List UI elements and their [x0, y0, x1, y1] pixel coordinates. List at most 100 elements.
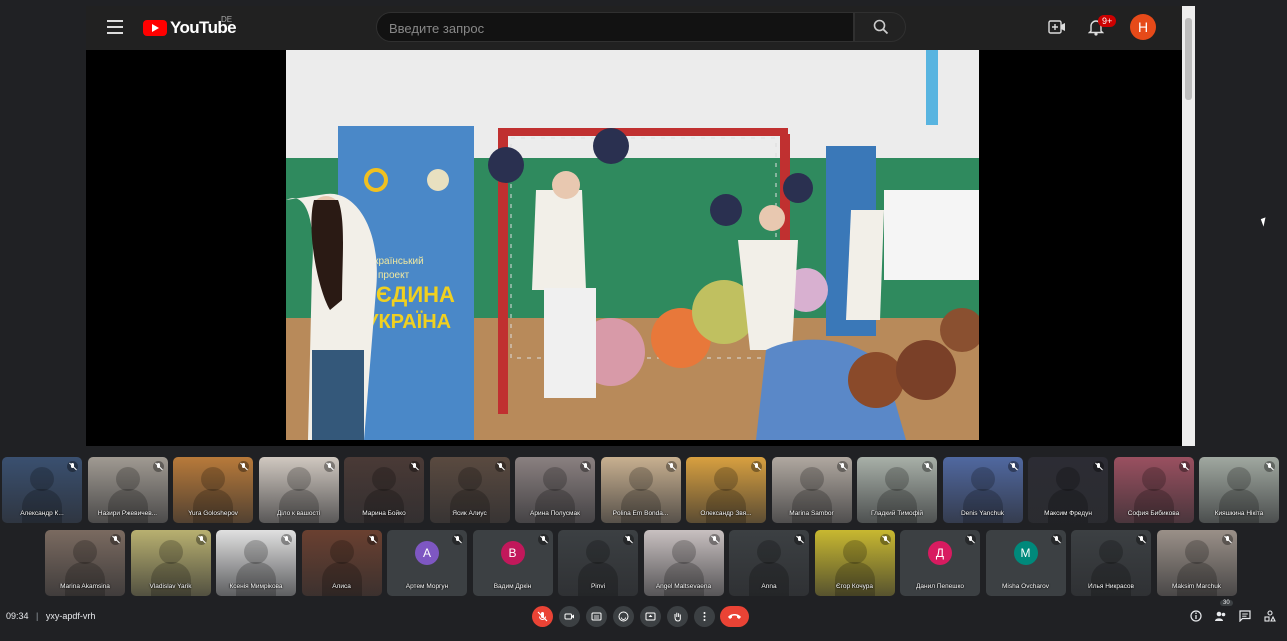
mic-muted-icon [366, 534, 378, 545]
participant-video-figure [1056, 467, 1080, 491]
participant-name: Марина Бойко [362, 510, 406, 517]
participant-video-figure [714, 467, 738, 491]
participant-name: София Бибикова [1127, 510, 1180, 517]
participant-name: Олександр Звя... [700, 510, 752, 517]
search-button[interactable] [854, 12, 906, 42]
participant-tile[interactable]: Polina Em Bondа... [600, 457, 681, 523]
participant-tile[interactable]: Marina Sambor [771, 457, 852, 523]
mic-muted-icon [1136, 534, 1147, 545]
mic-muted-icon [665, 461, 677, 472]
participant-video-body [193, 489, 233, 523]
participant-tile[interactable]: Angel Maltsevaena [643, 530, 724, 596]
create-video-icon[interactable] [1048, 20, 1066, 34]
participant-tile[interactable]: Марина Бойко [344, 457, 424, 523]
meeting-separator: | [36, 611, 39, 621]
participant-tile[interactable]: Vladislav Yarik [130, 530, 211, 596]
participant-video-figure [799, 467, 824, 491]
participant-video-body [1048, 489, 1088, 523]
meeting-code: yxy-apdf-vrh [45, 611, 96, 621]
participant-video-body [278, 489, 319, 523]
mic-muted-icon [152, 461, 164, 472]
youtube-scrollbar[interactable] [1182, 6, 1195, 446]
participant-name: Данил Пепешко [915, 583, 964, 590]
participant-tile[interactable]: В Вадим Дркін [472, 530, 553, 596]
participant-tile[interactable]: Кияшкина Нікіта [1199, 457, 1279, 523]
participant-tile[interactable]: Илья Никрасов [1071, 530, 1151, 596]
participant-name: Denis Yanchuk [960, 510, 1005, 517]
chat-icon[interactable] [1239, 610, 1251, 622]
participant-tile[interactable]: Yura Goloshepov [173, 457, 253, 523]
meet-control-bar: 09:34 | yxy-apdf-vrh 30 [0, 600, 1287, 641]
mic-muted-icon [238, 461, 249, 472]
raise-hand-button[interactable] [667, 606, 688, 627]
participant-name: Marina Sambor [789, 510, 834, 517]
mic-muted-icon [1007, 461, 1019, 472]
participant-video-body [1133, 489, 1174, 523]
people-icon[interactable] [1214, 610, 1227, 622]
scrollbar-thumb[interactable] [1185, 18, 1192, 100]
participant-tile[interactable]: Максим Фредун [1028, 457, 1108, 523]
mic-muted-icon [494, 461, 506, 472]
mic-muted-icon [623, 534, 634, 545]
participant-tile[interactable]: Denis Yanchuk [942, 457, 1023, 523]
participant-tile[interactable]: Maksim Marchuk [1156, 530, 1237, 596]
participant-tile[interactable]: M Misha Ovcharov [985, 530, 1066, 596]
participant-video-figure [970, 467, 995, 491]
present-screen-icon [645, 612, 656, 621]
captions-button[interactable] [586, 606, 607, 627]
emoji-reactions-button[interactable] [613, 606, 634, 627]
participant-tile[interactable]: Арина Полусмак [515, 457, 595, 523]
participant-video-figure [1099, 540, 1123, 564]
participant-tile[interactable]: Гладкий Тимофій [857, 457, 937, 523]
more-options-button[interactable] [694, 606, 715, 627]
hamburger-menu-icon[interactable] [107, 20, 123, 34]
present-screen-button[interactable] [640, 606, 661, 627]
search-input[interactable]: Введите запрос [376, 12, 854, 42]
mic-muted-icon [1178, 461, 1190, 472]
participant-name: Polina Em Bondа... [612, 510, 669, 517]
participant-tile[interactable]: Ясик Алиус [429, 457, 510, 523]
presented-youtube-window[interactable]: YouTube DE Введите запрос 9+ H Всеукраїн… [86, 6, 1195, 446]
participant-tile[interactable]: Александр К... [2, 457, 82, 523]
participant-video-figure [457, 467, 482, 491]
participant-video-figure [842, 540, 867, 564]
video-player[interactable]: Всеукраїнський проект ЄДИНА УКРАЇНА [286, 50, 979, 440]
participant-tile[interactable]: Олександр Звя... [686, 457, 766, 523]
hand-icon [674, 612, 681, 622]
participant-video-figure [244, 540, 268, 564]
participant-name: Алиса [332, 583, 351, 590]
mic-muted-icon [452, 534, 463, 545]
participant-video-body [1091, 562, 1131, 596]
mic-muted-icon [195, 534, 207, 545]
participant-count-badge: 30 [1220, 600, 1233, 606]
captions-icon [591, 612, 602, 621]
participant-tile[interactable]: Ксенія Мимрікова [216, 530, 296, 596]
mic-muted-icon [110, 534, 121, 545]
meeting-info-icon[interactable] [1190, 610, 1202, 622]
leave-call-button[interactable] [720, 606, 749, 627]
participant-tile[interactable]: Діло к вашості [258, 457, 339, 523]
participant-tile[interactable]: А Артем Моргун [387, 530, 467, 596]
participant-tile[interactable]: Єгор Кочура [814, 530, 895, 596]
meeting-details[interactable]: 09:34 | yxy-apdf-vrh [6, 611, 95, 621]
participant-tile[interactable]: Назири Ржевичев... [87, 457, 168, 523]
participant-tile[interactable]: София Бибикова [1113, 457, 1194, 523]
search-placeholder: Введите запрос [389, 21, 485, 36]
account-avatar[interactable]: H [1130, 14, 1156, 40]
video-frame-scene: Всеукраїнський проект ЄДИНА УКРАЇНА [286, 50, 979, 440]
mic-off-icon [537, 611, 548, 622]
participant-tile[interactable]: Marina Akamsina [45, 530, 125, 596]
participant-tile[interactable]: Д Данил Пепешко [900, 530, 980, 596]
participant-video-body [1219, 489, 1259, 523]
microphone-toggle-button[interactable] [532, 606, 553, 627]
participant-tile[interactable]: Anna [729, 530, 809, 596]
participant-tile[interactable]: Pinvi [558, 530, 638, 596]
participant-name: Арина Полусмак [530, 510, 580, 517]
participant-video-figure [201, 467, 225, 491]
camera-toggle-button[interactable] [559, 606, 580, 627]
mic-muted-icon [409, 461, 420, 472]
mic-muted-icon [1264, 461, 1275, 472]
participant-name: Илья Никрасов [1088, 583, 1134, 590]
participant-tile[interactable]: Алиса [301, 530, 382, 596]
activities-icon[interactable] [1264, 610, 1276, 622]
